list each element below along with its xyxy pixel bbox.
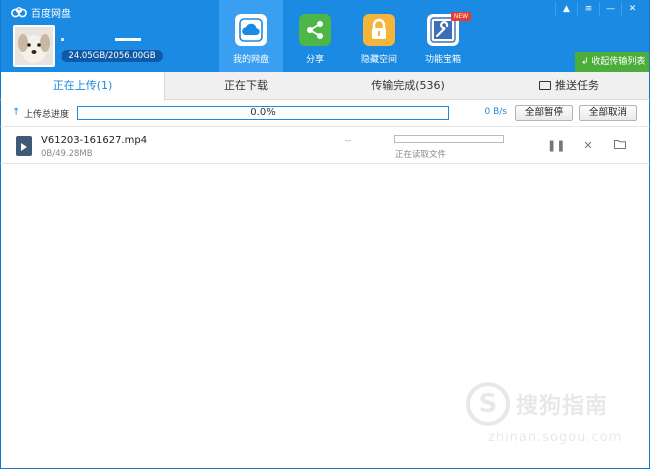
time-remaining: -- xyxy=(345,136,352,146)
menu-icon[interactable]: ≡ xyxy=(577,2,599,16)
watermark-text: 搜狗指南 xyxy=(516,394,609,419)
total-progress-row: ↑ 上传总进度 0.0% 0 B/s 全部暂停 全部取消 xyxy=(0,100,650,126)
upload-notify-icon[interactable]: ▲ xyxy=(555,2,577,16)
watermark-url: zhinan.sogou.com xyxy=(488,430,623,445)
nav-toolbox[interactable]: NEW 功能宝箱 xyxy=(411,0,475,72)
total-progress-label: 上传总进度 xyxy=(24,110,70,120)
nav-label: 我的网盘 xyxy=(232,55,269,65)
sogou-watermark: S 搜狗指南 zhinan.sogou.com xyxy=(466,380,636,450)
close-icon[interactable]: ✕ xyxy=(621,2,643,16)
minimize-icon[interactable]: — xyxy=(599,2,621,16)
pause-all-button[interactable]: 全部暂停 xyxy=(515,105,573,121)
sogou-logo-icon: S xyxy=(466,382,510,426)
share-icon xyxy=(299,14,331,46)
nav-share[interactable]: 分享 xyxy=(283,0,347,72)
video-file-icon xyxy=(16,136,32,156)
file-status: 正在读取文件 xyxy=(395,150,447,160)
total-progress-bar: 0.0% xyxy=(77,106,449,120)
cancel-all-button[interactable]: 全部取消 xyxy=(579,105,637,121)
push-task-icon xyxy=(539,81,551,90)
collapse-label: 收起传输列表 xyxy=(591,57,646,67)
app-title: 百度网盘 xyxy=(31,9,71,20)
tab-push-tasks[interactable]: 推送任务 xyxy=(489,72,649,100)
quota-fill xyxy=(61,50,63,62)
list-item[interactable]: V61203-161627.mp4 0B/49.28MB -- 正在读取文件 ❚… xyxy=(0,126,650,164)
user-name-redacted xyxy=(61,36,143,44)
tab-completed[interactable]: 传输完成(536) xyxy=(327,72,489,100)
file-name: V61203-161627.mp4 xyxy=(41,135,148,146)
window-controls: ▲ ≡ — ✕ xyxy=(555,2,643,16)
new-badge: NEW xyxy=(451,12,471,21)
tab-push-label: 推送任务 xyxy=(555,79,599,92)
puppy-avatar-icon xyxy=(15,27,53,65)
tab-uploading[interactable]: 正在上传(1) xyxy=(1,72,165,101)
quota-bar: 24.05GB/2056.00GB xyxy=(61,50,163,62)
folder-icon[interactable] xyxy=(613,139,627,153)
upload-arrow-icon: ↑ xyxy=(12,107,21,118)
title-bar: 百度网盘 24.05GB/2056.00GB 我的网盘 分享 隐藏空间 NEW … xyxy=(0,0,650,72)
upload-speed: 0 B/s xyxy=(484,107,507,117)
file-size: 0B/49.28MB xyxy=(41,149,93,159)
nav-label: 隐藏空间 xyxy=(360,55,397,65)
nav-hidden-space[interactable]: 隐藏空间 xyxy=(347,0,411,72)
cancel-icon[interactable]: ✕ xyxy=(581,139,595,153)
cloud-icon xyxy=(235,14,267,46)
nav-my-netdisk[interactable]: 我的网盘 xyxy=(219,0,283,72)
transfer-tabs: 正在上传(1) 正在下载 传输完成(536) 推送任务 xyxy=(0,72,650,101)
quota-text: 24.05GB/2056.00GB xyxy=(68,51,156,61)
file-progress-bar xyxy=(394,135,504,143)
lock-icon xyxy=(363,14,395,46)
tab-downloading[interactable]: 正在下载 xyxy=(165,72,327,100)
nav-label: 功能宝箱 xyxy=(424,55,461,65)
app-logo: 百度网盘 xyxy=(11,5,71,20)
nav-label: 分享 xyxy=(305,55,324,65)
avatar[interactable] xyxy=(13,25,55,67)
collapse-transfer-list-button[interactable]: ↲ 收起传输列表 xyxy=(575,52,649,72)
baidu-cloud-logo-icon xyxy=(11,7,27,18)
collapse-arrow-icon: ↲ xyxy=(581,57,592,67)
pause-icon[interactable]: ❚❚ xyxy=(547,139,565,153)
